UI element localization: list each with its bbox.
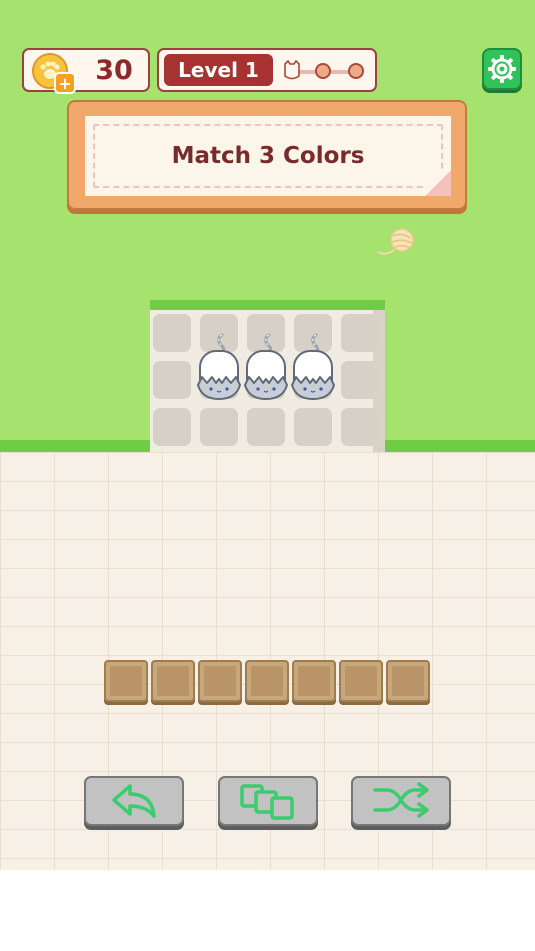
tray-slot [386, 660, 430, 702]
progress-dot [315, 63, 331, 79]
board-cell [341, 408, 379, 446]
game-area: + 30 Level 1 Match 3 Colors [0, 0, 535, 870]
coin-counter[interactable]: + 30 [22, 48, 150, 94]
stack-squares-icon [240, 784, 294, 820]
board-cell [294, 408, 332, 446]
objective-text: Match 3 Colors [171, 143, 365, 169]
level-label: Level 1 [164, 54, 273, 86]
grass-edge-left [0, 440, 150, 452]
grass-edge-right [385, 440, 535, 452]
board-cell [153, 408, 191, 446]
settings-button[interactable] [482, 48, 522, 90]
tray-slot-inner [110, 666, 142, 696]
cat-icon [291, 333, 335, 400]
objective-banner: Match 3 Colors [67, 100, 467, 210]
stack-button[interactable] [218, 776, 318, 826]
tray-slot [245, 660, 289, 702]
cat-piece[interactable] [290, 333, 336, 405]
tray-slot [339, 660, 383, 702]
board-cell [341, 314, 379, 352]
undo-button[interactable] [84, 776, 184, 826]
tray-slot-inner [345, 666, 377, 696]
cat-piece[interactable] [196, 333, 242, 405]
tray-slot-inner [298, 666, 330, 696]
gear-icon [488, 55, 516, 83]
tray-slot-inner [392, 666, 424, 696]
add-coins-icon[interactable]: + [54, 72, 76, 94]
board-cell [200, 408, 238, 446]
tray-slot [292, 660, 336, 702]
board-cell [153, 314, 191, 352]
tray-slot [104, 660, 148, 702]
yarn-ball-icon [377, 228, 414, 255]
cat-head-icon [284, 60, 300, 80]
cat-icon [244, 333, 288, 400]
shuffle-icon [373, 782, 429, 818]
level-indicator: Level 1 [157, 48, 377, 92]
cat-piece[interactable] [243, 333, 289, 405]
shuffle-button[interactable] [351, 776, 451, 826]
tray-slot-inner [204, 666, 236, 696]
banner-paper: Match 3 Colors [85, 116, 451, 196]
tray-slot [151, 660, 195, 702]
board-cell [341, 361, 379, 399]
coin-count: 30 [95, 55, 133, 86]
tray-slot [198, 660, 242, 702]
tray-slot-inner [251, 666, 283, 696]
progress-dot [348, 63, 364, 79]
board-cell [153, 361, 191, 399]
undo-arrow-icon [112, 784, 156, 818]
board-cell [247, 408, 285, 446]
tray-slot-inner [157, 666, 189, 696]
cat-icon [197, 333, 241, 400]
